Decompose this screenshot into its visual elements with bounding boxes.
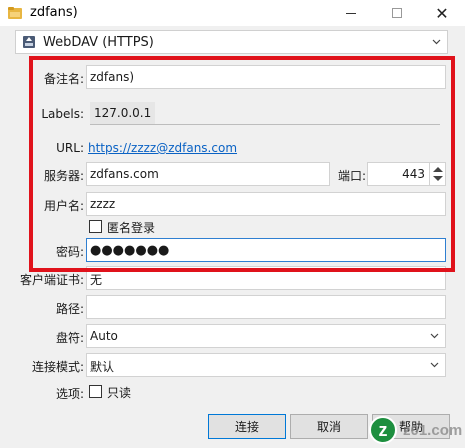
anonymous-checkbox[interactable]: [89, 220, 102, 233]
server-label: 服务器:: [43, 169, 84, 183]
cancel-button[interactable]: 取消: [290, 414, 368, 439]
labels-label: Labels:: [41, 107, 84, 121]
connect-mode-select[interactable]: 默认: [86, 353, 446, 377]
close-icon: ✕: [435, 3, 449, 23]
port-label: 端口:: [337, 169, 366, 183]
server-input[interactable]: zdfans.com: [86, 162, 330, 186]
watermark: z z01.com: [361, 413, 465, 448]
protocol-select[interactable]: WebDAV (HTTPS): [15, 30, 448, 54]
maximize-icon: [392, 8, 402, 18]
port-value: 443: [402, 167, 425, 181]
labels-underline: [90, 124, 440, 125]
readonly-checkbox[interactable]: [89, 385, 102, 398]
watermark-logo-icon: z: [369, 416, 397, 444]
connect-mode-value: 默认: [90, 360, 115, 374]
port-input[interactable]: 443: [367, 162, 446, 186]
nickname-label: 备注名:: [43, 72, 84, 86]
password-label: 密码:: [55, 245, 84, 259]
labels-tag[interactable]: 127.0.0.1: [90, 102, 156, 124]
nickname-input[interactable]: zdfans): [86, 65, 446, 89]
readonly-label: 只读: [107, 386, 132, 400]
client-cert-input[interactable]: 无: [86, 266, 446, 290]
client-cert-label: 客户端证书:: [19, 273, 84, 287]
chevron-down-icon: [432, 39, 441, 45]
username-input[interactable]: zzzz: [86, 192, 446, 216]
username-label: 用户名:: [43, 199, 84, 213]
options-label: 选项:: [55, 387, 84, 401]
url-label: URL:: [56, 141, 84, 155]
spin-down-icon[interactable]: [433, 176, 443, 181]
chevron-down-icon: [430, 362, 439, 368]
password-input[interactable]: ●●●●●●●: [86, 238, 446, 262]
protocol-value: WebDAV (HTTPS): [43, 35, 154, 50]
connection-dialog: zdfans) ✕ WebDAV (HTTPS) 备注名: zdfans) La…: [0, 0, 465, 448]
chevron-down-icon: [430, 333, 439, 339]
disk-folder-icon: [8, 7, 22, 19]
spin-up-icon[interactable]: [433, 167, 443, 172]
close-button[interactable]: ✕: [419, 0, 465, 26]
drive-select[interactable]: Auto: [86, 324, 446, 348]
minimize-icon: [346, 12, 356, 14]
path-input[interactable]: [86, 295, 446, 319]
connect-mode-label: 连接模式:: [31, 360, 84, 374]
webdav-drive-icon: [23, 36, 35, 48]
minimize-button[interactable]: [328, 0, 374, 26]
port-spinner[interactable]: [429, 162, 445, 186]
watermark-text: z01.com: [403, 422, 463, 439]
connect-button[interactable]: 连接: [208, 414, 286, 439]
maximize-button[interactable]: [374, 0, 420, 26]
drive-value: Auto: [90, 329, 118, 343]
url-link[interactable]: https://zzzz@zdfans.com: [88, 141, 237, 155]
path-label: 路径:: [55, 302, 84, 316]
window-title: zdfans): [30, 5, 78, 20]
title-bar: zdfans) ✕: [0, 0, 465, 26]
drive-label: 盘符:: [55, 331, 84, 345]
anonymous-label: 匿名登录: [107, 221, 156, 235]
